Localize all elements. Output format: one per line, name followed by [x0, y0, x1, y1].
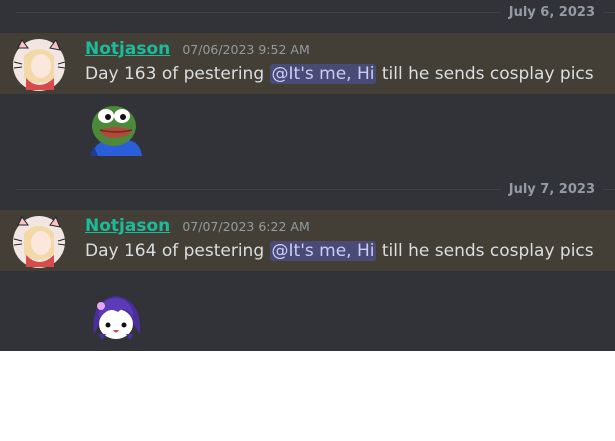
user-mention[interactable]: @It's me, Hi [269, 64, 377, 84]
user-mention[interactable]: @It's me, Hi [269, 241, 377, 261]
username[interactable]: Notjason [85, 39, 170, 59]
message-list: July 6, 2023 Notjason 07/06/2023 9:52 AM… [0, 0, 615, 351]
divider-date: July 7, 2023 [508, 181, 595, 197]
message-header: Notjason 07/06/2023 9:52 AM [85, 39, 310, 61]
message-text: till he sends cosplay pics [376, 64, 594, 84]
divider-line [16, 188, 501, 190]
divider-line [16, 11, 501, 13]
message[interactable]: Notjason 07/06/2023 9:52 AM Day 163 of p… [0, 33, 615, 94]
message[interactable]: Notjason 07/07/2023 6:22 AM Day 164 of p… [0, 210, 615, 271]
message-content: Day 164 of pestering @It's me, Hi till h… [85, 241, 594, 261]
date-divider: July 7, 2023 [16, 180, 615, 198]
message-text: till he sends cosplay pics [376, 241, 594, 261]
anime-girl-emoji-icon[interactable] [88, 290, 144, 346]
message-header: Notjason 07/07/2023 6:22 AM [85, 216, 310, 238]
divider-line [603, 11, 615, 13]
user-avatar[interactable] [12, 215, 66, 269]
user-avatar[interactable] [12, 38, 66, 92]
divider-date: July 6, 2023 [508, 4, 595, 20]
date-divider: July 6, 2023 [16, 3, 615, 21]
divider-line [603, 188, 615, 190]
timestamp: 07/06/2023 9:52 AM [182, 42, 310, 57]
message-text: Day 164 of pestering [85, 241, 270, 261]
username[interactable]: Notjason [85, 216, 170, 236]
message-text: Day 163 of pestering [85, 64, 270, 84]
timestamp: 07/07/2023 6:22 AM [182, 219, 310, 234]
message-content: Day 163 of pestering @It's me, Hi till h… [85, 64, 594, 84]
pepe-frog-emoji-icon[interactable] [88, 100, 144, 156]
